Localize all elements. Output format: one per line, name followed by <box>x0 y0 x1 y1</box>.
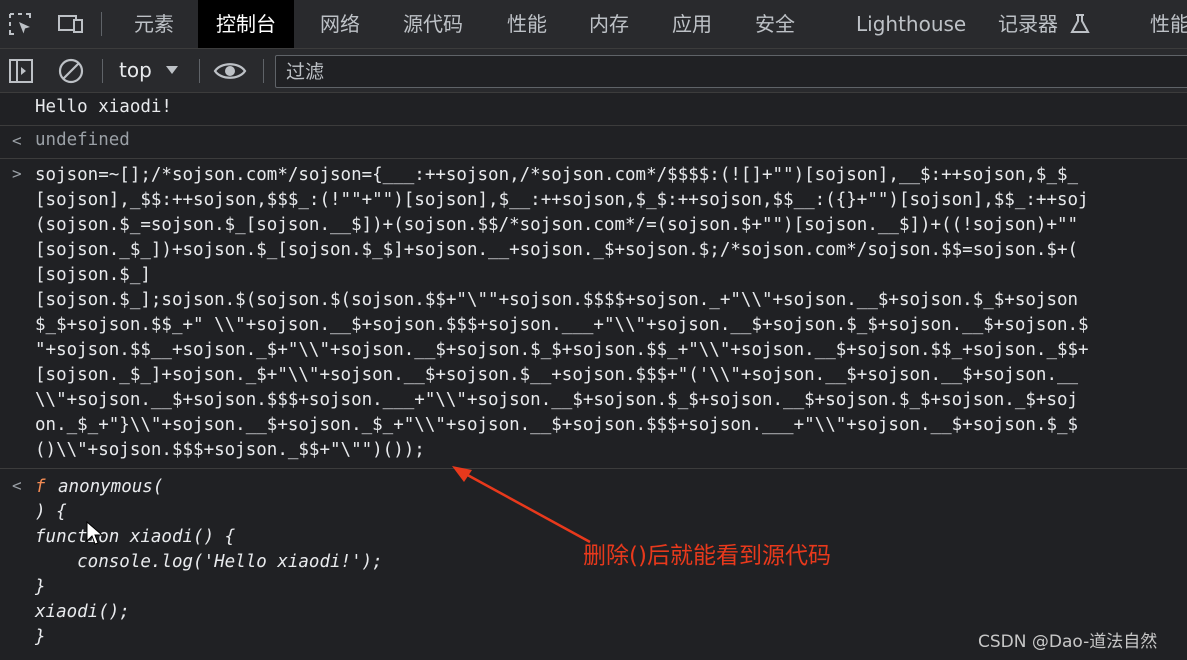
console-log-message: Hello xiaodi! <box>0 93 1187 126</box>
toolbar-divider <box>199 59 200 83</box>
code-line: \\"+sojson.__$+sojson.$$$+sojson.___+"\\… <box>35 390 1079 410</box>
tab-lighthouse[interactable]: Lighthouse <box>856 0 966 48</box>
sidebar-toggle-icon[interactable] <box>8 58 34 88</box>
tab-recorder[interactable]: 记录器 <box>998 0 1058 48</box>
code-line: [sojson.$_];sojson.$(sojson.$(sojson.$$+… <box>35 290 1079 310</box>
filter-box <box>275 55 1187 88</box>
code-line: sojson=~[];/*sojson.com*/sojson={___:++s… <box>35 165 1079 185</box>
tab-network[interactable]: 网络 <box>320 0 360 48</box>
tab-security[interactable]: 安全 <box>755 0 795 48</box>
code-line: "+sojson.$$__+sojson._$+"\\"+sojson.__$+… <box>35 340 1089 360</box>
console-input-message[interactable]: > sojson=~[];/*sojson.com*/sojson={___:+… <box>0 159 1187 469</box>
clear-console-icon[interactable] <box>57 57 85 89</box>
chevron-down-icon[interactable] <box>166 66 178 74</box>
tab-sources[interactable]: 源代码 <box>403 0 463 48</box>
mouse-cursor-icon <box>86 521 104 545</box>
log-text: Hello xiaodi! <box>35 97 172 117</box>
function-line: } <box>35 627 46 647</box>
console-result-undefined: < undefined <box>0 126 1187 159</box>
code-line: [sojson.$_] <box>35 265 151 285</box>
code-line: $_$+sojson.$$_+" \\"+sojson.__$+sojson.$… <box>35 315 1089 335</box>
toolbar-divider <box>102 59 103 83</box>
function-line: xiaodi(); <box>35 602 130 622</box>
flask-icon <box>1068 12 1098 40</box>
device-toolbar-icon[interactable] <box>56 10 86 38</box>
function-signature: anonymous( <box>58 477 164 497</box>
code-line: [sojson._$_]+sojson._$+"\\"+sojson.__$+s… <box>35 365 1079 385</box>
code-line: [sojson],_$$:++sojson,$$$_:(!""+"")[sojs… <box>35 190 1089 210</box>
result-text: undefined <box>35 130 130 150</box>
devtools-tabbar: 元素 控制台 网络 源代码 性能 内存 应用 安全 Lighthouse 记录器… <box>0 0 1187 49</box>
tab-elements[interactable]: 元素 <box>134 0 174 48</box>
tab-performance-insights[interactable]: 性能 <box>1150 0 1187 48</box>
toolbar-divider <box>263 59 264 83</box>
output-arrow-icon: < <box>12 476 22 495</box>
input-arrow-icon: > <box>12 164 22 183</box>
tab-performance[interactable]: 性能 <box>507 0 547 48</box>
filter-input[interactable] <box>284 58 1168 86</box>
console-messages: Hello xiaodi! < undefined > sojson=~[];/… <box>0 93 1187 660</box>
code-line: on._$_+"}\\"+sojson.__$+sojson._$_+"\\"+… <box>35 415 1079 435</box>
function-line: console.log('Hello xiaodi!'); <box>35 552 383 572</box>
function-line: ) { <box>35 502 67 522</box>
tab-application[interactable]: 应用 <box>672 0 712 48</box>
tabbar-divider <box>101 12 102 36</box>
output-arrow-icon: < <box>12 131 22 150</box>
code-line: [sojson._$_])+sojson.$_[sojson.$_$]+sojs… <box>35 240 1079 260</box>
inspect-element-icon[interactable] <box>6 10 36 38</box>
function-f-glyph: f <box>35 477 46 497</box>
tab-memory[interactable]: 内存 <box>589 0 629 48</box>
function-line: function xiaodi() { <box>35 527 236 547</box>
tab-console[interactable]: 控制台 <box>198 0 294 48</box>
context-selector[interactable]: top <box>119 49 152 92</box>
annotation-arrow <box>452 466 591 544</box>
console-toolbar: top <box>0 49 1187 93</box>
annotation-text: 删除()后就能看到源代码 <box>583 543 831 569</box>
function-line: } <box>35 577 46 597</box>
live-expression-eye-icon[interactable] <box>213 59 247 87</box>
code-line: ()\\"+sojson.$$$+sojson._$$+"\"")()); <box>35 440 425 460</box>
watermark: CSDN @Dao-道法自然 <box>978 632 1158 652</box>
code-line: (sojson.$_=sojson.$_[sojson.__$])+(sojso… <box>35 215 1079 235</box>
